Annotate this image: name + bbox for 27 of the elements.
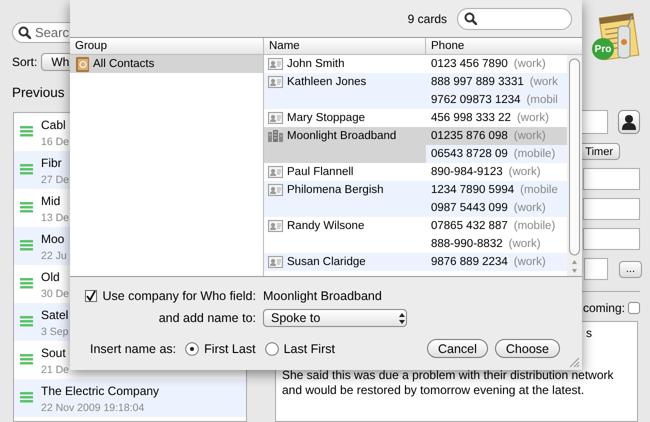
call-date: 3 Sep [41, 326, 68, 338]
call-date: 27 De [41, 174, 70, 186]
notes-text: She said this was due a problem with their distribution network and would be restored by tomorrow evening at the latest. [282, 368, 614, 398]
call-date: 21 De [41, 364, 70, 376]
call-title: Fibr [41, 155, 63, 172]
add-name-label: and add name to: [158, 311, 256, 325]
call-title: Cabl [41, 117, 67, 134]
call-title: Moo [41, 231, 66, 248]
company-name: Moonlight Broadband [263, 289, 383, 303]
use-company-label: Use company for Who field: [102, 289, 256, 303]
pro-badge: Pro [592, 38, 614, 60]
sort-label: Sort: [12, 54, 38, 68]
section-heading: Previous [12, 85, 66, 102]
call-date: 30 De [41, 288, 70, 300]
call-title: Old [41, 269, 61, 286]
incoming-label: coming: [582, 301, 625, 315]
call-title: Sout [41, 345, 67, 362]
call-title: The Electric Company [41, 383, 160, 400]
call-date: 16 De [41, 136, 70, 148]
call-title: Satel [41, 307, 68, 324]
call-date: 22 Nov 2009 19:18:04 [41, 402, 146, 414]
notes-text: s [585, 326, 593, 341]
call-title: Mid [41, 193, 62, 210]
card-count: 9 cards [408, 12, 447, 26]
call-date: 22 Ju [41, 250, 67, 262]
call-date: 13 De [41, 212, 70, 224]
insert-name-label: Insert name as: [90, 342, 176, 356]
